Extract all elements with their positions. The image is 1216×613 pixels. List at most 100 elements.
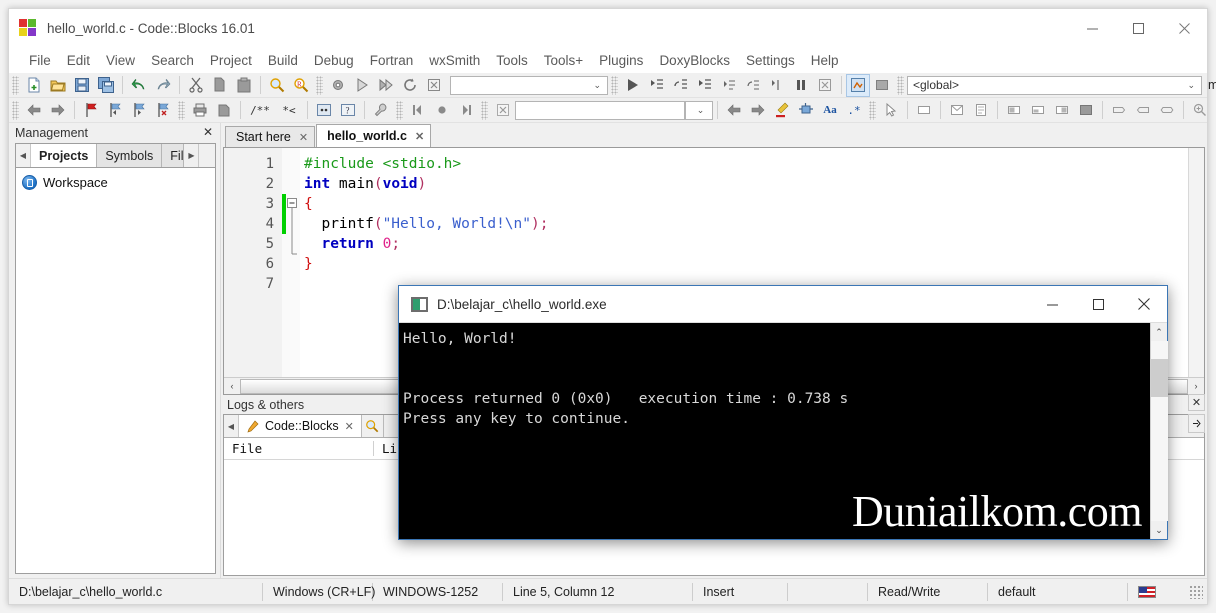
toolbar-grip[interactable] (869, 100, 876, 120)
menu-build[interactable]: Build (260, 50, 306, 71)
uncomment-block-icon[interactable]: *< (276, 100, 302, 121)
wrench-settings-icon[interactable] (370, 100, 392, 121)
console-output[interactable]: Hello, World! Process returned 0 (0x0) e… (399, 323, 1150, 539)
menu-search[interactable]: Search (143, 50, 202, 71)
build-icon[interactable] (351, 75, 373, 96)
goto-point-icon[interactable] (431, 100, 453, 121)
menu-view[interactable]: View (98, 50, 143, 71)
console-scroll-down-arrow[interactable]: ⌄ (1151, 521, 1168, 539)
menu-settings[interactable]: Settings (738, 50, 803, 71)
save-icon[interactable] (71, 75, 93, 96)
redo-icon[interactable] (152, 75, 174, 96)
console-vertical-scrollbar[interactable]: ⌃ ⌄ (1150, 323, 1168, 539)
toolbar-grip[interactable] (12, 75, 19, 95)
panel-frame-icon[interactable] (913, 100, 935, 121)
console-minimize-button[interactable] (1029, 286, 1075, 322)
comment-block-icon[interactable]: /** (246, 100, 274, 121)
dialog-icon[interactable] (946, 100, 968, 121)
expand-left-icon[interactable] (1132, 100, 1154, 121)
management-close-icon[interactable]: ✕ (200, 124, 216, 140)
copy-icon[interactable] (209, 75, 231, 96)
find-icon[interactable] (266, 75, 288, 96)
print-preview-icon[interactable] (213, 100, 235, 121)
undo-icon[interactable] (128, 75, 150, 96)
new-file-icon[interactable] (23, 75, 45, 96)
console-close-button[interactable] (1121, 286, 1167, 322)
console-scroll-track[interactable] (1150, 341, 1168, 521)
menu-tools[interactable]: Tools (488, 50, 536, 71)
hscroll-right-arrow[interactable]: › (1188, 378, 1204, 394)
chevron-down-icon[interactable]: ⌄ (589, 80, 605, 91)
tabs-prev-arrow[interactable]: ◀ (16, 144, 31, 167)
maximize-button[interactable] (1115, 9, 1161, 47)
toolbar-grip[interactable] (481, 100, 488, 120)
menu-tools-plus[interactable]: Tools+ (536, 50, 591, 71)
editor-tab-start-here[interactable]: Start here ✕ (225, 126, 316, 147)
logs-dock-next-arrow[interactable] (1188, 414, 1205, 433)
menu-edit[interactable]: Edit (59, 50, 98, 71)
navigate-forward-icon[interactable] (47, 100, 69, 121)
console-scroll-thumb[interactable] (1150, 359, 1168, 397)
previous-bookmark-icon[interactable] (104, 100, 126, 121)
goto-start-icon[interactable] (407, 100, 429, 121)
search-history-dropdown[interactable]: ⌄ (685, 100, 713, 120)
align-bottom-left-icon[interactable] (1027, 100, 1049, 121)
save-all-icon[interactable] (95, 75, 117, 96)
doxyblocks-help-icon[interactable]: ? (337, 100, 359, 121)
logs-column-file[interactable]: File (224, 441, 374, 456)
tabs-next-arrow[interactable]: ▶ (184, 144, 200, 167)
pointer-icon[interactable] (880, 100, 902, 121)
scope-combo[interactable]: <global> ⌄ (907, 75, 1202, 95)
logs-tab-close-icon[interactable]: ✕ (345, 420, 354, 433)
toolbar-grip[interactable] (396, 100, 403, 120)
logs-tabs-prev-arrow[interactable]: ◀ (224, 415, 239, 437)
tree-item-workspace[interactable]: Workspace (20, 174, 211, 191)
debug-pause-icon[interactable] (790, 75, 812, 96)
debug-stop-icon[interactable] (814, 75, 836, 96)
goto-end-icon[interactable] (455, 100, 477, 121)
menu-fortran[interactable]: Fortran (362, 50, 422, 71)
fill-icon[interactable] (1075, 100, 1097, 121)
minimize-button[interactable] (1069, 9, 1115, 47)
cut-icon[interactable] (185, 75, 207, 96)
paste-icon[interactable] (233, 75, 255, 96)
expand-right-icon[interactable] (1108, 100, 1130, 121)
doxyblocks-run-icon[interactable] (313, 100, 335, 121)
chevron-down-icon[interactable]: ⌄ (693, 105, 709, 116)
editor-tab-hello-world-c[interactable]: hello_world.c ✕ (316, 124, 432, 147)
tab-files[interactable]: Fil (162, 144, 185, 167)
debug-step-into-icon[interactable] (646, 75, 668, 96)
match-case-icon[interactable]: Aa (819, 100, 841, 121)
toolbar-grip[interactable] (316, 75, 323, 95)
menu-project[interactable]: Project (202, 50, 260, 71)
next-bookmark-icon[interactable] (128, 100, 150, 121)
debugging-windows-icon[interactable] (846, 73, 870, 97)
replace-icon[interactable]: R (290, 75, 312, 96)
toolbar-grip[interactable] (897, 75, 904, 95)
menu-doxyblocks[interactable]: DoxyBlocks (651, 50, 738, 71)
selected-text-icon[interactable] (795, 100, 817, 121)
search-input[interactable] (515, 100, 685, 120)
menu-plugins[interactable]: Plugins (591, 50, 651, 71)
toolbar-grip[interactable] (611, 75, 618, 95)
print-icon[interactable] (189, 100, 211, 121)
clear-search-icon[interactable] (492, 100, 514, 121)
editor-vertical-scrollbar[interactable] (1188, 148, 1204, 377)
clear-bookmarks-icon[interactable] (152, 100, 174, 121)
debug-run-icon[interactable] (622, 75, 644, 96)
abort-build-icon[interactable] (423, 75, 445, 96)
hscroll-left-arrow[interactable]: ‹ (224, 378, 240, 394)
debug-step-out-icon[interactable] (694, 75, 716, 96)
form-icon[interactable] (970, 100, 992, 121)
open-file-icon[interactable] (47, 75, 69, 96)
align-top-left-icon[interactable] (1003, 100, 1025, 121)
logs-dock-close-icon[interactable]: ✕ (1188, 394, 1205, 411)
logs-search-icon[interactable] (361, 415, 384, 437)
menu-file[interactable]: File (21, 50, 59, 71)
debug-next-instruction-icon[interactable] (742, 75, 764, 96)
navigate-back-icon[interactable] (23, 100, 45, 121)
rebuild-icon[interactable] (399, 75, 421, 96)
menu-debug[interactable]: Debug (306, 50, 362, 71)
regex-icon[interactable]: .* (843, 100, 865, 121)
resize-grip[interactable] (1189, 584, 1203, 599)
